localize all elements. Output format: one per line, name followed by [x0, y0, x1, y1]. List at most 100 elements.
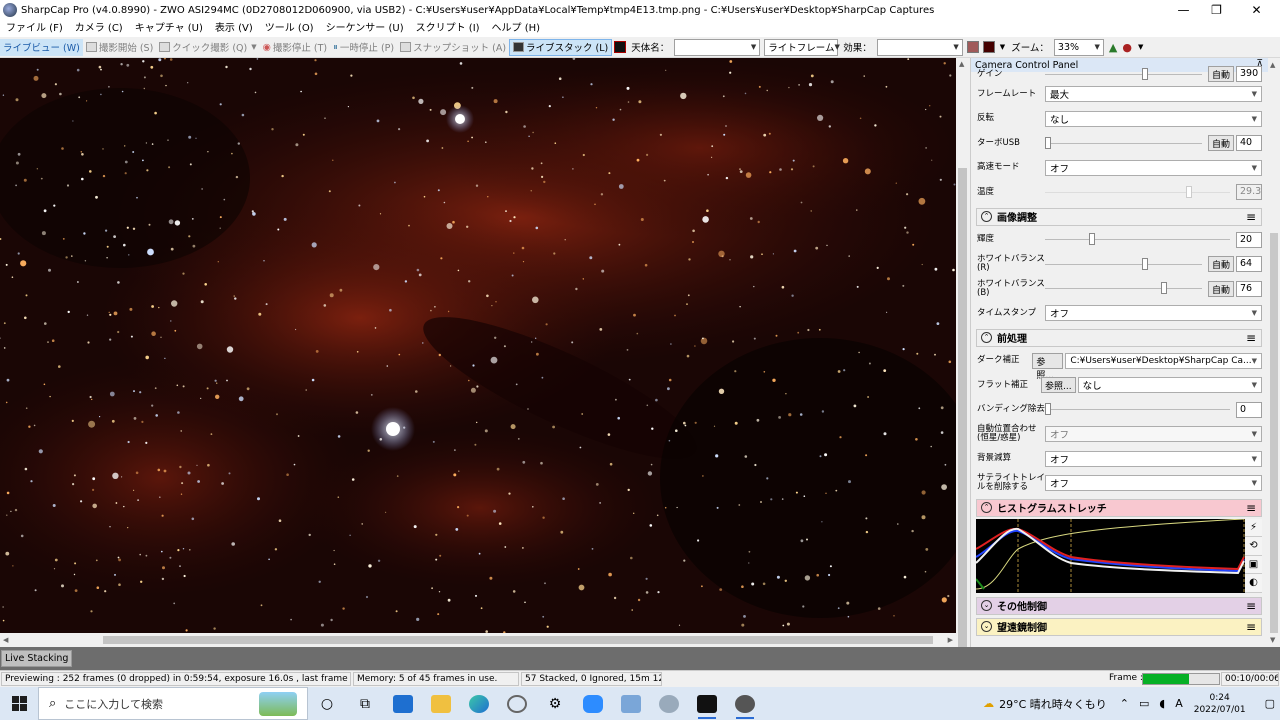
image-adjust-section-header[interactable]: ⌃ 画像調整 ≡ [976, 207, 1262, 226]
slider-handle[interactable] [1142, 257, 1149, 270]
menu-sequencer[interactable]: シーケンサー (U) [320, 20, 410, 37]
preprocess-section-header[interactable]: ⌃ 前処理 ≡ [976, 328, 1262, 347]
object-select[interactable]: ▼ [674, 38, 761, 56]
menu-camera[interactable]: カメラ (C) [69, 20, 129, 37]
mail-icon[interactable] [384, 687, 422, 720]
notification-icon[interactable]: ▢ [1265, 697, 1275, 710]
reticle-icon[interactable] [982, 41, 995, 53]
dark-browse-button[interactable]: 参照... [1032, 352, 1064, 381]
quick-capture-button[interactable]: クイック撮影 (Q) ▼ [156, 39, 259, 56]
slider-handle[interactable] [1142, 67, 1149, 80]
turbo-usb-auto-button[interactable]: 自動 [1207, 135, 1234, 152]
minimize-button[interactable]: — [1167, 0, 1200, 20]
high-speed-select[interactable]: オフ ▼ [1045, 159, 1262, 176]
collapse-icon[interactable]: ⌃ [981, 502, 992, 513]
menu-help[interactable]: ヘルプ (H) [486, 20, 547, 37]
live-stack-button[interactable]: ライブスタック (L) [509, 38, 613, 56]
satellite-select[interactable]: オフ ▼ [1045, 475, 1262, 492]
histogram-icon[interactable]: ▲ [1109, 41, 1117, 54]
pause-button[interactable]: ⏸ 一時停止 (P) [330, 39, 397, 56]
wb-blue-value[interactable]: 76 [1236, 280, 1262, 297]
stop-capture-button[interactable]: ◉ 撮影停止 (T) [260, 39, 331, 56]
expand-icon[interactable]: ⌄ [981, 621, 992, 632]
turbo-usb-value[interactable]: 40 [1236, 135, 1262, 152]
menu-icon[interactable]: ≡ [1246, 620, 1256, 634]
menu-icon[interactable]: ≡ [1246, 331, 1256, 345]
wb-red-value[interactable]: 64 [1236, 256, 1262, 273]
expand-icon[interactable]: ⌄ [981, 600, 992, 611]
histogram-graph[interactable]: ⚡ ⟲ ▣ ◐ [976, 518, 1262, 593]
chevron-up-icon[interactable]: ⌃ [1120, 697, 1129, 710]
background-select[interactable]: オフ ▼ [1045, 450, 1262, 467]
app-icon[interactable] [498, 687, 536, 720]
auto-align-select[interactable]: オフ ▼ [1045, 426, 1262, 443]
gain-slider[interactable] [1045, 67, 1202, 80]
weather-text[interactable]: 29°C 晴れ時々くもり [999, 696, 1107, 712]
timestamp-select[interactable]: オフ ▼ [1045, 305, 1262, 322]
brightness-value[interactable]: 20 [1236, 231, 1262, 248]
menu-icon[interactable]: ≡ [1246, 501, 1256, 515]
color-swatch-icon[interactable] [966, 41, 979, 53]
chevron-down-icon[interactable]: ▼ [251, 43, 256, 51]
gain-value[interactable]: 390 [1236, 66, 1262, 82]
menu-capture[interactable]: キャプチャ (U) [129, 20, 209, 37]
sharpcap-task-icon[interactable] [688, 687, 726, 720]
start-button[interactable] [0, 687, 38, 720]
volume-icon[interactable]: ◖ [1159, 697, 1165, 710]
chevron-down-icon[interactable]: ▼ [1000, 43, 1005, 51]
zoom-app-icon[interactable] [574, 687, 612, 720]
frame-type-select[interactable]: ライトフレーム ▼ [764, 38, 840, 56]
file-explorer-icon[interactable] [422, 687, 460, 720]
slider-handle[interactable] [1045, 403, 1051, 416]
taskbar-clock[interactable]: 0:24 2022/07/01 [1194, 692, 1246, 716]
live-view-button[interactable]: ライブビュー (W) [0, 38, 83, 56]
scroll-left-icon[interactable]: ◀ [3, 636, 8, 644]
scroll-thumb[interactable] [1270, 233, 1278, 633]
viewer-task-icon[interactable] [726, 687, 764, 720]
gain-auto-button[interactable]: 自動 [1207, 66, 1234, 82]
banding-slider[interactable] [1045, 403, 1230, 416]
menu-file[interactable]: ファイル (F) [0, 20, 69, 37]
magnifier-icon[interactable]: ● [1122, 41, 1132, 54]
slider-handle[interactable] [1089, 233, 1096, 246]
dark-select[interactable]: C:¥Users¥user¥Desktop¥SharpCap Ca... ▼ [1065, 352, 1262, 369]
collapse-icon[interactable]: ⌃ [981, 211, 992, 222]
viewer-horizontal-scrollbar[interactable]: ◀ ▶ [0, 633, 956, 647]
menu-tools[interactable]: ツール (O) [259, 20, 320, 37]
zoom-select[interactable]: 33% ▼ [1053, 38, 1104, 56]
scroll-up-icon[interactable]: ▲ [959, 60, 964, 68]
wb-blue-auto-button[interactable]: 自動 [1207, 280, 1234, 297]
frame-rate-select[interactable]: 最大 ▼ [1045, 86, 1262, 103]
viewer-vertical-scrollbar[interactable]: ▲ [956, 58, 969, 648]
weather-icon[interactable]: ☁ [983, 697, 994, 710]
brightness-slider[interactable] [1045, 233, 1230, 246]
reset-icon[interactable]: ⟲ [1245, 537, 1262, 556]
wb-red-auto-button[interactable]: 自動 [1207, 256, 1234, 273]
snapshot-button[interactable]: スナップショット (A) [397, 39, 509, 56]
scroll-up-icon[interactable]: ▲ [1270, 61, 1275, 69]
live-stacking-tab[interactable]: Live Stacking [1, 650, 73, 667]
scroll-thumb[interactable] [958, 168, 967, 648]
globe-icon[interactable] [650, 687, 688, 720]
effect-select[interactable]: ▼ [876, 38, 963, 56]
flat-select[interactable]: なし ▼ [1077, 377, 1262, 394]
chevron-down-icon[interactable]: ▼ [1138, 43, 1143, 51]
taskbar-search[interactable]: ⌕ ここに入力して検索 [38, 687, 308, 720]
network-icon[interactable]: ▭ [1139, 697, 1149, 710]
edge-icon[interactable] [460, 687, 498, 720]
fits-icon[interactable] [614, 41, 627, 53]
telescope-section-header[interactable]: ⌄ 望遠鏡制御 ≡ [976, 617, 1262, 636]
settings-icon[interactable]: ⚙ [536, 687, 574, 720]
restore-button[interactable]: ❐ [1200, 0, 1233, 20]
panel-scrollbar[interactable]: ▲ ▼ [1268, 58, 1280, 647]
flat-browse-button[interactable]: 参照... [1041, 377, 1076, 394]
menu-icon[interactable]: ≡ [1246, 210, 1256, 224]
close-button[interactable]: ✕ [1233, 0, 1280, 20]
notes-icon[interactable] [612, 687, 650, 720]
start-capture-button[interactable]: 撮影開始 (S) [83, 39, 156, 56]
scroll-thumb[interactable] [103, 636, 933, 644]
wb-red-slider[interactable] [1045, 257, 1202, 270]
slider-handle[interactable] [1045, 136, 1051, 149]
menu-scripting[interactable]: スクリプト (I) [410, 20, 486, 37]
contrast-icon[interactable]: ◐ [1245, 574, 1262, 593]
